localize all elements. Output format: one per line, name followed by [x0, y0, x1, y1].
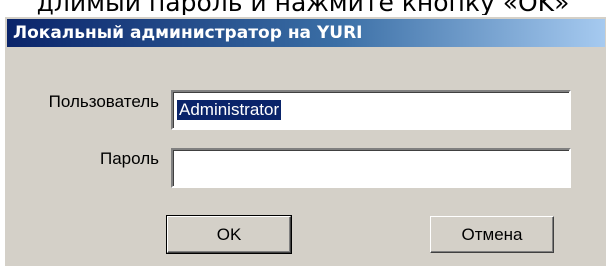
- user-label: Пользователь: [48, 92, 159, 111]
- user-field-value: Administrator: [177, 100, 282, 120]
- ok-button[interactable]: OK: [166, 215, 292, 254]
- password-field[interactable]: [171, 148, 571, 188]
- user-field[interactable]: Administrator: [171, 90, 571, 130]
- password-label: Пароль: [100, 149, 159, 168]
- cancel-button[interactable]: Отмена: [430, 216, 554, 253]
- page: длимый пароль и нажмите кнопку «OK» Лока…: [0, 0, 606, 266]
- login-dialog: Локальный администратор на YURI Пользова…: [4, 16, 606, 266]
- dialog-title: Локальный администратор на YURI: [13, 23, 363, 43]
- dialog-title-bar[interactable]: Локальный администратор на YURI: [7, 19, 605, 47]
- document-text: длимый пароль и нажмите кнопку «OK»: [36, 0, 570, 15]
